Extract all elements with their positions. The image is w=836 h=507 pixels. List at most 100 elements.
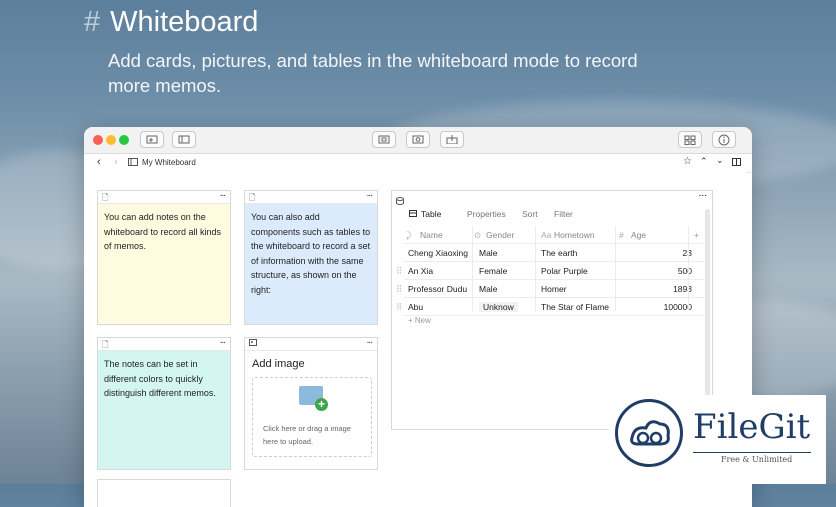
text-type-icon: Aa xyxy=(541,230,552,240)
note-card-yellow[interactable]: 🗋 ... You can add notes on the whiteboar… xyxy=(97,188,231,325)
star-icon[interactable]: ☆ xyxy=(683,156,692,167)
fit-view-button[interactable] xyxy=(372,131,396,148)
new-document-icon xyxy=(146,135,158,144)
note-text[interactable]: You can also add components such as tabl… xyxy=(245,204,377,324)
eye-icon xyxy=(412,135,424,144)
card-header: 🗋 ... xyxy=(98,335,230,351)
column-header-name[interactable]: Name xyxy=(420,230,443,240)
table-row[interactable]: ⠿ Abu Unknow The Star of Flame 100000 xyxy=(396,298,704,316)
image-card-title: Add image xyxy=(252,358,305,370)
tab-table-icon xyxy=(409,209,417,219)
cell-name[interactable]: Abu xyxy=(408,302,423,312)
minimize-window-button[interactable] xyxy=(106,135,116,145)
table-row[interactable]: ⠿ Professor Dudu Male Homer 1893 xyxy=(396,280,704,298)
image-drop-zone[interactable]: + Click here or drag a image here to upl… xyxy=(252,377,372,457)
note-card-teal[interactable]: 🗋 ... The notes can be set in different … xyxy=(97,335,231,470)
split-view-icon[interactable] xyxy=(732,158,741,168)
table-row[interactable]: ⠿ An Xia Female Polar Purple 500 xyxy=(396,262,704,280)
filegit-logo xyxy=(615,399,683,467)
hash-icon: # xyxy=(84,6,101,38)
tab-filter[interactable]: Filter xyxy=(554,209,573,219)
filegit-name: FileGit xyxy=(693,407,811,447)
title-bar xyxy=(84,127,752,154)
data-table: ⤸ Name ⊙ Gender Aa Hometown # Age + Chen… xyxy=(396,226,704,325)
cell-age[interactable]: 1893 xyxy=(673,284,692,294)
cell-gender[interactable]: Unknow xyxy=(479,302,518,312)
close-window-button[interactable] xyxy=(93,135,103,145)
cell-age[interactable]: 500 xyxy=(678,266,692,276)
cell-name[interactable]: An Xia xyxy=(408,266,433,276)
tab-table[interactable]: Table xyxy=(421,209,441,219)
grid-icon xyxy=(684,135,696,145)
new-row-button[interactable]: + New xyxy=(408,316,431,325)
select-field-icon: ⊙ xyxy=(474,230,482,240)
tab-sort[interactable]: Sort xyxy=(522,209,538,219)
note-text[interactable]: You can add notes on the whiteboard to r… xyxy=(98,204,230,324)
cell-hometown[interactable]: The earth xyxy=(541,248,577,258)
column-divider xyxy=(472,226,473,311)
cell-gender[interactable]: Female xyxy=(479,266,507,276)
forward-icon[interactable]: › xyxy=(114,156,118,168)
partial-card[interactable] xyxy=(97,479,231,507)
more-icon[interactable]: ... xyxy=(367,335,373,346)
add-column-button[interactable]: + xyxy=(694,230,699,240)
cell-gender[interactable]: Male xyxy=(479,248,497,258)
hero-subtitle: Add cards, pictures, and tables in the w… xyxy=(108,50,638,96)
filegit-watermark: FileGit Free & Unlimited xyxy=(609,395,826,484)
vertical-scrollbar[interactable] xyxy=(705,209,710,409)
info-button[interactable] xyxy=(712,131,736,148)
filegit-tagline: Free & Unlimited xyxy=(719,455,795,464)
whiteboard-icon xyxy=(128,158,138,168)
cell-name[interactable]: Professor Dudu xyxy=(408,284,467,294)
chevron-down-icon[interactable]: ⌄ xyxy=(716,155,724,166)
drag-handle-icon[interactable]: ⠿ xyxy=(396,302,402,313)
cell-hometown[interactable]: The Star of Flame xyxy=(541,302,609,312)
hero-title-text: Whiteboard xyxy=(110,6,259,38)
sidebar-toggle-button[interactable] xyxy=(172,131,196,148)
share-button[interactable] xyxy=(440,131,464,148)
cell-hometown[interactable]: Polar Purple xyxy=(541,266,588,276)
drag-handle-icon[interactable]: ⠿ xyxy=(396,284,402,295)
more-icon[interactable]: ... xyxy=(220,335,226,346)
sidebar-icon xyxy=(178,135,190,144)
cell-name[interactable]: Cheng Xiaoxing xyxy=(408,248,468,258)
cell-hometown[interactable]: Homer xyxy=(541,284,567,294)
zoom-window-button[interactable] xyxy=(119,135,129,145)
column-header-age[interactable]: Age xyxy=(631,230,646,240)
cell-gender[interactable]: Male xyxy=(479,284,497,294)
more-icon[interactable]: ... xyxy=(220,188,226,199)
layout-button[interactable] xyxy=(678,131,702,148)
upload-hint: Click here or drag a image here to uploa… xyxy=(263,424,351,446)
table-header-row: ⤸ Name ⊙ Gender Aa Hometown # Age + xyxy=(404,226,704,244)
preview-button[interactable] xyxy=(406,131,430,148)
note-text[interactable]: The notes can be set in different colors… xyxy=(98,351,230,469)
table-row[interactable]: Cheng Xiaoxing Male The earth 23 xyxy=(404,244,704,262)
image-icon xyxy=(249,339,257,348)
more-icon[interactable]: ... xyxy=(699,188,707,199)
column-divider xyxy=(535,226,536,311)
new-document-button[interactable] xyxy=(140,131,164,148)
info-icon xyxy=(718,134,730,145)
table-card[interactable]: ... Table Properties Sort Filter ⤸ Name … xyxy=(391,188,713,430)
text-field-icon: ⤸ xyxy=(406,230,412,240)
share-icon xyxy=(446,135,458,144)
card-header: 🗋 ... xyxy=(98,188,230,204)
note-card-blue[interactable]: 🗋 ... You can also add components such a… xyxy=(244,188,378,325)
column-header-gender[interactable]: Gender xyxy=(486,230,514,240)
column-header-hometown[interactable]: Hometown xyxy=(554,230,595,240)
tab-properties[interactable]: Properties xyxy=(467,209,506,219)
image-card[interactable]: ... Add image + Click here or drag a ima… xyxy=(244,335,378,470)
back-icon[interactable]: ‹ xyxy=(97,156,101,168)
card-header: ... xyxy=(392,188,712,205)
breadcrumb: My Whiteboard xyxy=(142,158,196,167)
column-divider xyxy=(615,226,616,311)
chevron-up-icon[interactable]: ⌃ xyxy=(700,156,708,167)
add-icon: + xyxy=(315,398,328,411)
column-divider xyxy=(688,226,689,311)
navigation-bar: ‹ › My Whiteboard ☆ ⌃ ⌄ xyxy=(84,154,752,173)
hero-title: # Whiteboard xyxy=(84,6,258,39)
drag-handle-icon[interactable]: ⠿ xyxy=(396,266,402,277)
more-icon[interactable]: ... xyxy=(367,188,373,199)
card-header: ... xyxy=(245,335,377,351)
card-header: 🗋 ... xyxy=(245,188,377,204)
